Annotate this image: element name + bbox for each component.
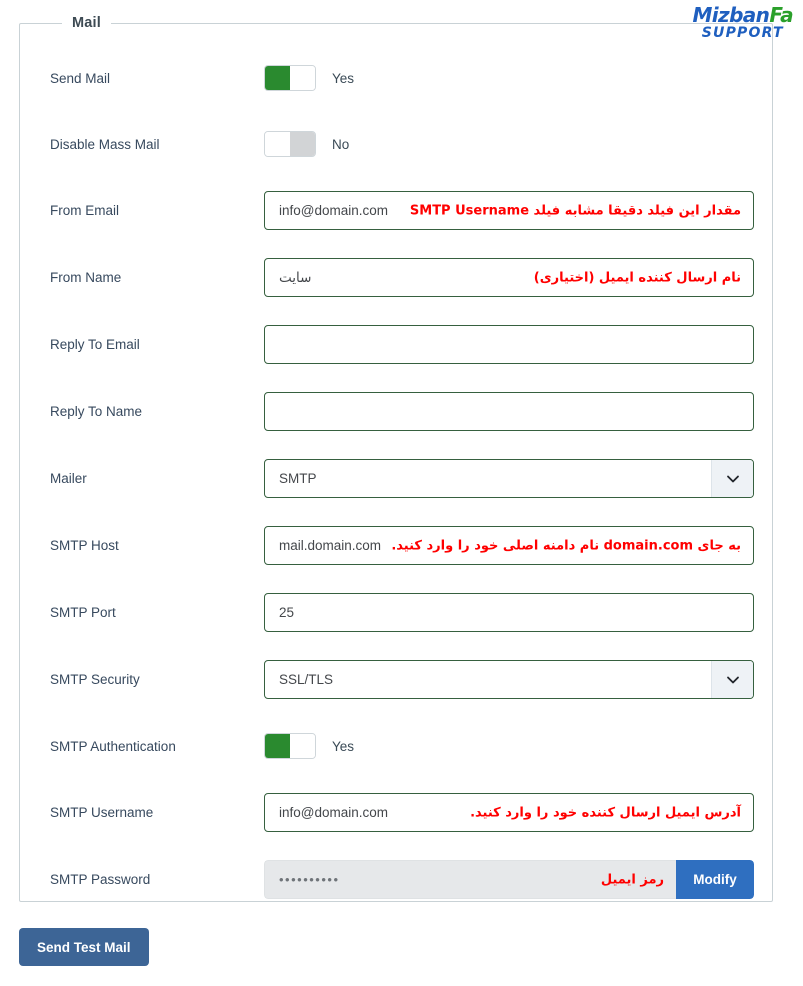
input-smtp-host[interactable]: mail.domain.com به جای domain.com نام دا… — [264, 526, 754, 565]
row-smtp-port: SMTP Port 25 — [20, 593, 772, 632]
row-smtp-username: SMTP Username info@domain.com آدرس ایمیل… — [20, 793, 772, 832]
fieldset-legend: Mail — [72, 15, 101, 31]
control-smtp-password: •••••••••• رمز ایمیل Modify — [264, 860, 772, 899]
toggle-left-half — [265, 132, 290, 156]
label-send-mail: Send Mail — [50, 70, 111, 86]
annotation-from-name: نام ارسال کننده ایمیل (اختیاری) — [533, 270, 741, 285]
row-smtp-security: SMTP Security SSL/TLS — [20, 660, 772, 699]
input-reply-to-name[interactable] — [264, 392, 754, 431]
control-smtp-username: info@domain.com آدرس ایمیل ارسال کننده خ… — [264, 793, 772, 832]
settings-rows: Send Mail Yes Disable Mass Mail No From … — [20, 59, 772, 927]
value-from-name: سایت — [279, 269, 312, 285]
chevron-down-icon[interactable] — [711, 460, 753, 497]
annotation-smtp-username: آدرس ایمیل ارسال کننده خود را وارد کنید. — [470, 805, 741, 820]
row-smtp-authentication: SMTP Authentication Yes — [20, 727, 772, 765]
control-mailer: SMTP — [264, 459, 772, 498]
input-reply-to-email[interactable] — [264, 325, 754, 364]
row-reply-to-name: Reply To Name — [20, 392, 772, 431]
label-reply-to-name: Reply To Name — [50, 404, 143, 419]
toggle-left-half — [265, 66, 290, 90]
toggle-send-mail[interactable] — [264, 65, 316, 91]
label-smtp-security: SMTP Security — [50, 672, 140, 687]
value-smtp-username: info@domain.com — [279, 805, 389, 820]
toggle-smtp-authentication[interactable] — [264, 733, 316, 759]
control-reply-to-name — [264, 392, 772, 431]
label-smtp-host: SMTP Host — [50, 538, 119, 553]
send-test-mail-button[interactable]: Send Test Mail — [19, 928, 149, 966]
label-from-name: From Name — [50, 270, 122, 285]
select-smtp-security[interactable]: SSL/TLS — [264, 660, 754, 699]
toggle-right-half — [290, 734, 315, 758]
value-smtp-password: •••••••••• — [279, 872, 340, 887]
label-reply-to-email: Reply To Email — [50, 337, 140, 352]
row-smtp-host: SMTP Host mail.domain.com به جای domain.… — [20, 526, 772, 565]
control-from-name: سایت نام ارسال کننده ایمیل (اختیاری) — [264, 258, 772, 297]
row-mailer: Mailer SMTP — [20, 459, 772, 498]
input-smtp-password[interactable]: •••••••••• رمز ایمیل — [264, 860, 676, 899]
label-smtp-password: SMTP Password — [50, 872, 151, 887]
mail-settings-page: MizbanFa SUPPORT Mail Send Mail Yes Disa… — [0, 0, 803, 986]
input-smtp-port[interactable]: 25 — [264, 593, 754, 632]
row-reply-to-email: Reply To Email — [20, 325, 772, 364]
label-smtp-username: SMTP Username — [50, 805, 154, 820]
toggle-right-half — [290, 132, 315, 156]
row-disable-mass-mail: Disable Mass Mail No — [20, 125, 772, 163]
toggle-right-half — [290, 66, 315, 90]
label-disable-mass-mail: Disable Mass Mail — [50, 136, 160, 152]
label-mailer: Mailer — [50, 471, 87, 486]
value-from-email: info@domain.com — [279, 203, 389, 218]
row-send-mail: Send Mail Yes — [20, 59, 772, 97]
value-mailer: SMTP — [279, 471, 317, 486]
toggle-disable-mass-mail[interactable] — [264, 131, 316, 157]
control-disable-mass-mail: No — [264, 131, 772, 157]
value-smtp-host: mail.domain.com — [279, 538, 382, 553]
label-from-email: From Email — [50, 203, 120, 218]
control-smtp-security: SSL/TLS — [264, 660, 772, 699]
label-smtp-authentication: SMTP Authentication — [50, 738, 176, 754]
row-from-email: From Email info@domain.com مقدار این فیل… — [20, 191, 772, 230]
toggle-left-half — [265, 734, 290, 758]
control-smtp-authentication: Yes — [264, 733, 772, 759]
row-from-name: From Name سایت نام ارسال کننده ایمیل (اخ… — [20, 258, 772, 297]
control-send-mail: Yes — [264, 65, 772, 91]
select-mailer[interactable]: SMTP — [264, 459, 754, 498]
toggle-send-mail-text: Yes — [332, 70, 355, 86]
control-smtp-host: mail.domain.com به جای domain.com نام دا… — [264, 526, 772, 565]
modify-password-button[interactable]: Modify — [676, 860, 754, 899]
annotation-smtp-password: رمز ایمیل — [600, 872, 664, 887]
toggle-smtp-authentication-text: Yes — [332, 738, 355, 754]
toggle-disable-mass-mail-text: No — [332, 136, 350, 152]
row-smtp-password: SMTP Password •••••••••• رمز ایمیل Modif… — [20, 860, 772, 899]
control-reply-to-email — [264, 325, 772, 364]
annotation-from-email: مقدار این فیلد دقیقا مشابه فیلد SMTP Use… — [409, 203, 741, 218]
control-smtp-port: 25 — [264, 593, 772, 632]
smtp-password-group: •••••••••• رمز ایمیل Modify — [264, 860, 754, 899]
annotation-smtp-host: به جای domain.com نام دامنه اصلی خود را … — [391, 538, 741, 553]
control-from-email: info@domain.com مقدار این فیلد دقیقا مشا… — [264, 191, 772, 230]
input-from-name[interactable]: سایت نام ارسال کننده ایمیل (اختیاری) — [264, 258, 754, 297]
input-smtp-username[interactable]: info@domain.com آدرس ایمیل ارسال کننده خ… — [264, 793, 754, 832]
input-from-email[interactable]: info@domain.com مقدار این فیلد دقیقا مشا… — [264, 191, 754, 230]
chevron-down-icon[interactable] — [711, 661, 753, 698]
value-smtp-security: SSL/TLS — [279, 672, 334, 687]
mail-settings-fieldset: Mail Send Mail Yes Disable Mass Mail No … — [19, 15, 773, 902]
value-smtp-port: 25 — [279, 605, 295, 620]
label-smtp-port: SMTP Port — [50, 605, 116, 620]
